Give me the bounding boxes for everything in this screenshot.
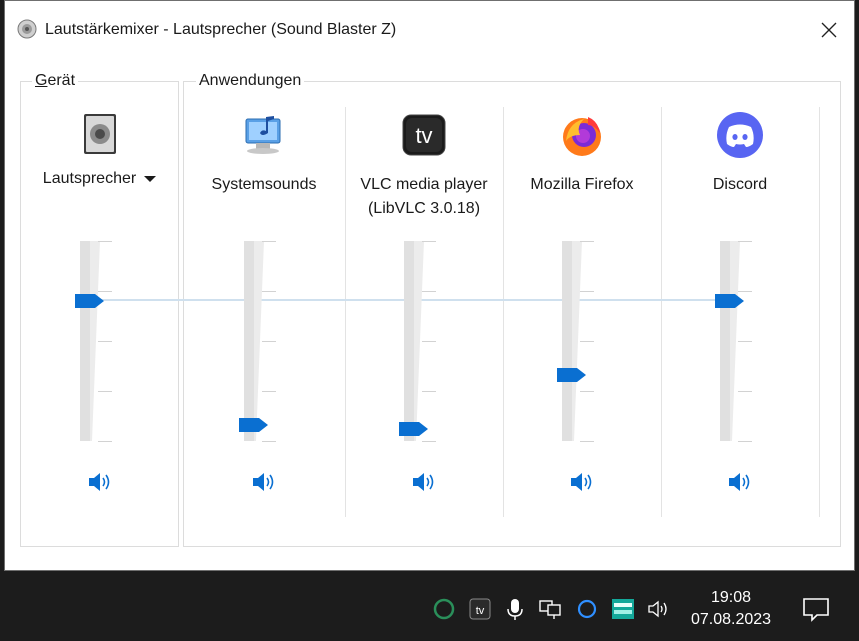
teamviewer-icon[interactable]: tv xyxy=(468,597,492,621)
slider-tick xyxy=(422,341,436,342)
slider-tick xyxy=(262,291,276,292)
app-name: VLC media player (LibVLC 3.0.18) xyxy=(360,176,488,217)
slider-thumb[interactable] xyxy=(715,293,745,309)
close-button[interactable] xyxy=(804,1,854,59)
slider-tick xyxy=(97,291,112,292)
slider-tick xyxy=(738,341,752,342)
slider-tick xyxy=(262,341,276,342)
slider-tick xyxy=(97,241,112,242)
app-volume-slider[interactable] xyxy=(399,239,444,443)
slider-tick xyxy=(97,391,112,392)
slider-track xyxy=(562,241,582,441)
slider-tick xyxy=(580,291,594,292)
slider-tick xyxy=(262,441,276,442)
firefox-icon xyxy=(563,117,601,156)
volume-mixer-window: Lautstärkemixer - Lautsprecher (Sound Bl… xyxy=(4,0,855,571)
app-name: Discord xyxy=(712,176,768,193)
slider-track xyxy=(79,241,100,441)
slider-thumb[interactable] xyxy=(557,367,587,383)
app-column-firefox: Mozilla Firefox xyxy=(503,107,661,517)
slider-tick xyxy=(97,441,112,442)
slider-tick xyxy=(262,391,276,392)
app-name: Mozilla Firefox xyxy=(530,176,634,193)
device-group-label: Gerät xyxy=(32,72,79,90)
slider-tick xyxy=(422,291,436,292)
speaker-icon xyxy=(571,473,592,491)
svg-text:tv: tv xyxy=(415,123,432,148)
app-column-discord: Discord xyxy=(661,107,819,517)
device-volume-slider[interactable] xyxy=(74,239,120,443)
slider-tick xyxy=(738,391,752,392)
slider-tick xyxy=(580,441,594,442)
speaker-app-icon xyxy=(17,19,37,39)
svg-text:tv: tv xyxy=(476,605,485,617)
slider-ticks xyxy=(422,239,436,443)
app-column-vlc: tv VLC media player (LibVLC 3.0.18) xyxy=(345,107,503,517)
window-title: Lautstärkemixer - Lautsprecher (Sound Bl… xyxy=(45,21,397,38)
mute-button[interactable] xyxy=(251,471,277,493)
app-name: Systemsounds xyxy=(211,176,317,193)
slider-ticks xyxy=(97,239,112,443)
mute-button[interactable] xyxy=(87,471,113,493)
speaker-icon xyxy=(413,473,434,491)
column-separator xyxy=(819,107,820,517)
speaker-icon xyxy=(253,473,274,491)
applications-group-label: Anwendungen xyxy=(196,72,305,90)
microphone-icon[interactable] xyxy=(503,597,527,621)
app-volume-slider[interactable] xyxy=(557,239,602,443)
speaker-device-icon xyxy=(83,114,116,154)
slider-tick xyxy=(262,241,276,242)
mute-button[interactable] xyxy=(569,471,595,493)
slider-track xyxy=(720,241,740,441)
clock[interactable]: 19:08 07.08.2023 xyxy=(676,587,786,631)
app-volume-slider[interactable] xyxy=(239,239,284,443)
slider-ticks xyxy=(738,239,752,443)
slider-thumb[interactable] xyxy=(74,293,105,309)
speaker-icon xyxy=(729,473,750,491)
slider-ticks xyxy=(262,239,276,443)
slider-tick xyxy=(422,441,436,442)
slider-tick xyxy=(738,441,752,442)
slider-tick xyxy=(580,391,594,392)
slider-track xyxy=(404,241,424,441)
mute-button[interactable] xyxy=(411,471,437,493)
app-column-systemsounds: Systemsounds xyxy=(185,107,343,517)
system-sounds-icon xyxy=(245,116,281,154)
close-icon xyxy=(821,22,837,38)
discord-icon xyxy=(717,112,763,158)
sound-blaster-icon[interactable] xyxy=(611,597,635,621)
device-name: Lautsprecher xyxy=(42,170,137,187)
slider-ticks xyxy=(580,239,594,443)
app-volume-slider[interactable] xyxy=(715,239,760,443)
slider-tick xyxy=(97,341,112,342)
circle-app-icon[interactable] xyxy=(432,597,456,621)
chevron-down-icon xyxy=(144,175,157,182)
speaker-icon xyxy=(88,473,109,491)
notification-icon[interactable] xyxy=(800,593,832,625)
device-column: Lautsprecher xyxy=(21,107,178,517)
slider-thumb[interactable] xyxy=(239,417,269,433)
network-icon[interactable] xyxy=(538,597,562,621)
slider-tick xyxy=(422,241,436,242)
cortana-icon[interactable] xyxy=(575,597,599,621)
clock-time: 19:08 xyxy=(710,589,752,606)
slider-tick xyxy=(580,241,594,242)
slider-tick xyxy=(580,341,594,342)
taskbar: tv 19:08 07.08.2023 xyxy=(0,575,859,641)
slider-thumb[interactable] xyxy=(399,421,429,437)
slider-tick xyxy=(738,241,752,242)
mute-button[interactable] xyxy=(727,471,753,493)
vlc-icon: tv xyxy=(402,114,446,156)
slider-tick xyxy=(738,291,752,292)
slider-tick xyxy=(422,391,436,392)
volume-icon[interactable] xyxy=(647,597,671,621)
slider-track xyxy=(244,241,264,441)
title-bar[interactable]: Lautstärkemixer - Lautsprecher (Sound Bl… xyxy=(5,1,854,59)
clock-date: 07.08.2023 xyxy=(690,611,772,628)
device-select-dropdown[interactable]: Lautsprecher xyxy=(21,167,178,191)
